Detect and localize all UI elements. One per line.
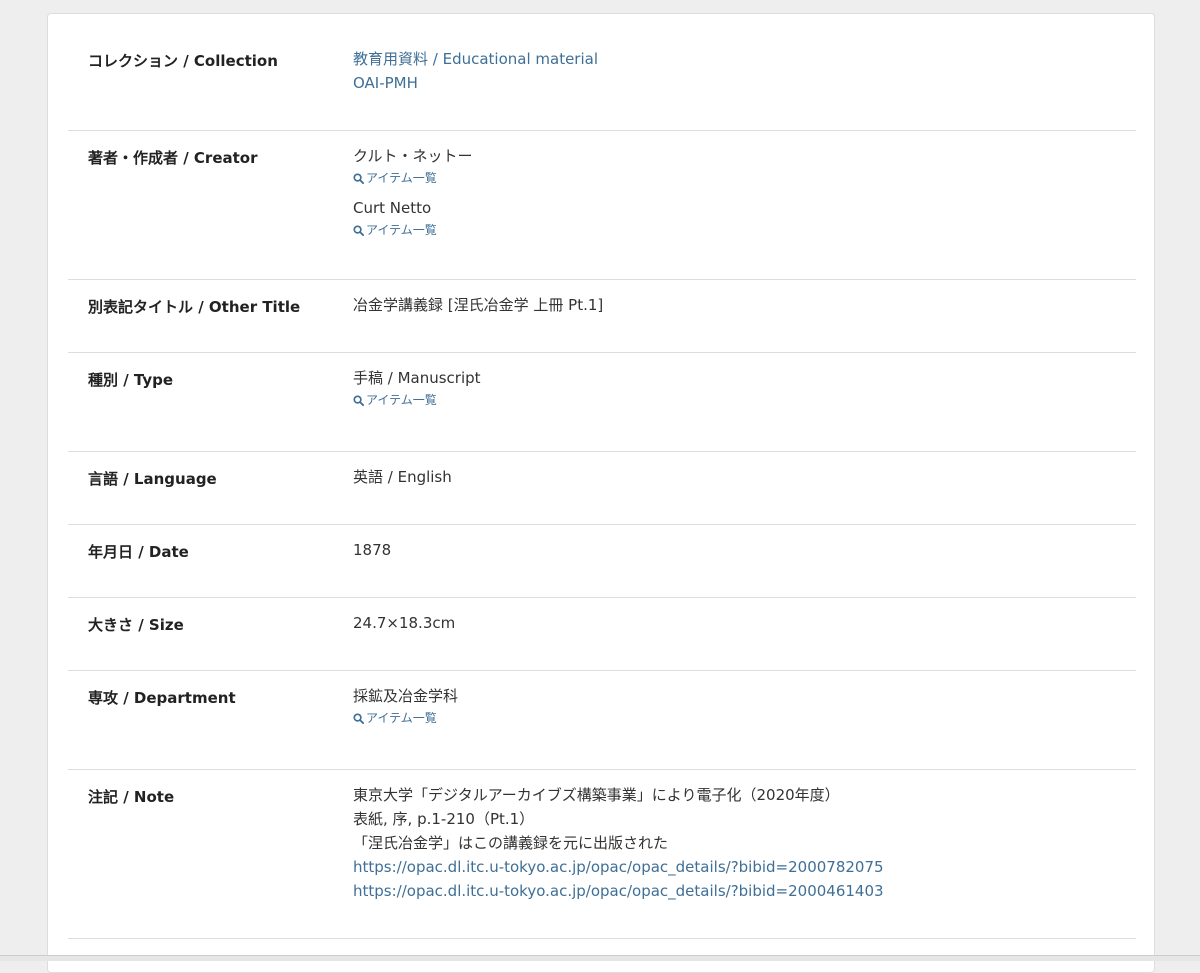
field-label-date: 年月日 / Date — [88, 543, 189, 561]
horizontal-scrollbar[interactable] — [0, 955, 1200, 961]
search-icon — [353, 224, 364, 236]
field-values-language: 英語 / English — [353, 465, 452, 489]
metadata-panel: コレクション / Collection 教育用資料 / Educational m… — [47, 13, 1155, 973]
metadata-row-language: 言語 / Language 英語 / English — [68, 452, 1136, 525]
field-values-type: 手稿 / Manuscript アイテム一覧 — [353, 366, 481, 418]
value-text: 「涅氏冶金学」はこの講義録を元に出版された — [353, 834, 669, 852]
value-text: 表紙, 序, p.1-210（Pt.1） — [353, 810, 535, 828]
field-values-creator: クルト・ネットーアイテム一覧 Curt Netto アイテム一覧 — [353, 144, 473, 248]
field-label-other-title: 別表記タイトル / Other Title — [88, 298, 301, 316]
item-list-link-label: アイテム一覧 — [366, 171, 437, 185]
field-values-department: 採鉱及冶金学科アイテム一覧 — [353, 684, 458, 736]
value-text: Curt Netto — [353, 199, 432, 217]
metadata-row-department: 専攻 / Department 採鉱及冶金学科アイテム一覧 — [68, 671, 1136, 770]
value-link[interactable]: 教育用資料 / Educational material — [353, 47, 598, 71]
metadata-row-date: 年月日 / Date 1878 — [68, 525, 1136, 598]
field-values-note: 東京大学「デジタルアーカイブズ構築事業」により電子化（2020年度） 表紙, 序,… — [353, 783, 884, 903]
field-label-creator: 著者・作成者 / Creator — [88, 149, 258, 167]
field-label-language: 言語 / Language — [88, 470, 217, 488]
value-text: 手稿 / Manuscript — [353, 369, 481, 387]
field-values-collection: 教育用資料 / Educational material OAI-PMH — [353, 47, 598, 95]
value-text: 東京大学「デジタルアーカイブズ構築事業」により電子化（2020年度） — [353, 786, 840, 804]
search-icon — [353, 172, 364, 184]
metadata-row-type: 種別 / Type 手稿 / Manuscript アイテム一覧 — [68, 353, 1136, 452]
metadata-row-note: 注記 / Note 東京大学「デジタルアーカイブズ構築事業」により電子化（2020… — [68, 770, 1136, 939]
value-link[interactable]: https://opac.dl.itc.u-tokyo.ac.jp/opac/o… — [353, 879, 884, 903]
metadata-table: コレクション / Collection 教育用資料 / Educational m… — [68, 14, 1136, 939]
item-list-link[interactable]: アイテム一覧 — [353, 222, 473, 238]
value-text: 1878 — [353, 541, 392, 559]
value-text: 採鉱及冶金学科 — [353, 687, 459, 705]
search-icon — [353, 394, 364, 406]
value-text: クルト・ネットー — [353, 147, 473, 165]
field-values-other-title: 冶金学講義録 [涅氏冶金学 上冊 Pt.1] — [353, 293, 603, 317]
field-label-size: 大きさ / Size — [88, 616, 184, 634]
field-values-size: 24.7×18.3cm — [353, 611, 455, 635]
metadata-row-size: 大きさ / Size 24.7×18.3cm — [68, 598, 1136, 671]
item-list-link-label: アイテム一覧 — [366, 223, 437, 237]
value-text: 24.7×18.3cm — [353, 614, 456, 632]
field-label-collection: コレクション / Collection — [88, 52, 278, 70]
item-list-link[interactable]: アイテム一覧 — [353, 170, 473, 186]
value-text: 冶金学講義録 [涅氏冶金学 上冊 Pt.1] — [353, 296, 604, 314]
item-list-link-label: アイテム一覧 — [366, 711, 437, 725]
field-label-department: 専攻 / Department — [88, 689, 236, 707]
value-link[interactable]: https://opac.dl.itc.u-tokyo.ac.jp/opac/o… — [353, 855, 884, 879]
metadata-row-creator: 著者・作成者 / Creator クルト・ネットーアイテム一覧 Curt Netto… — [68, 131, 1136, 280]
metadata-row-collection: コレクション / Collection 教育用資料 / Educational m… — [68, 14, 1136, 131]
value-text: 英語 / English — [353, 468, 452, 486]
item-list-link[interactable]: アイテム一覧 — [353, 710, 458, 726]
field-label-note: 注記 / Note — [88, 788, 175, 806]
field-values-date: 1878 — [353, 538, 391, 562]
field-label-type: 種別 / Type — [88, 371, 174, 389]
value-link[interactable]: OAI-PMH — [353, 71, 598, 95]
item-list-link[interactable]: アイテム一覧 — [353, 392, 481, 408]
search-icon — [353, 712, 364, 724]
item-list-link-label: アイテム一覧 — [366, 393, 437, 407]
metadata-row-other-title: 別表記タイトル / Other Title 冶金学講義録 [涅氏冶金学 上冊 Pt… — [68, 280, 1136, 353]
